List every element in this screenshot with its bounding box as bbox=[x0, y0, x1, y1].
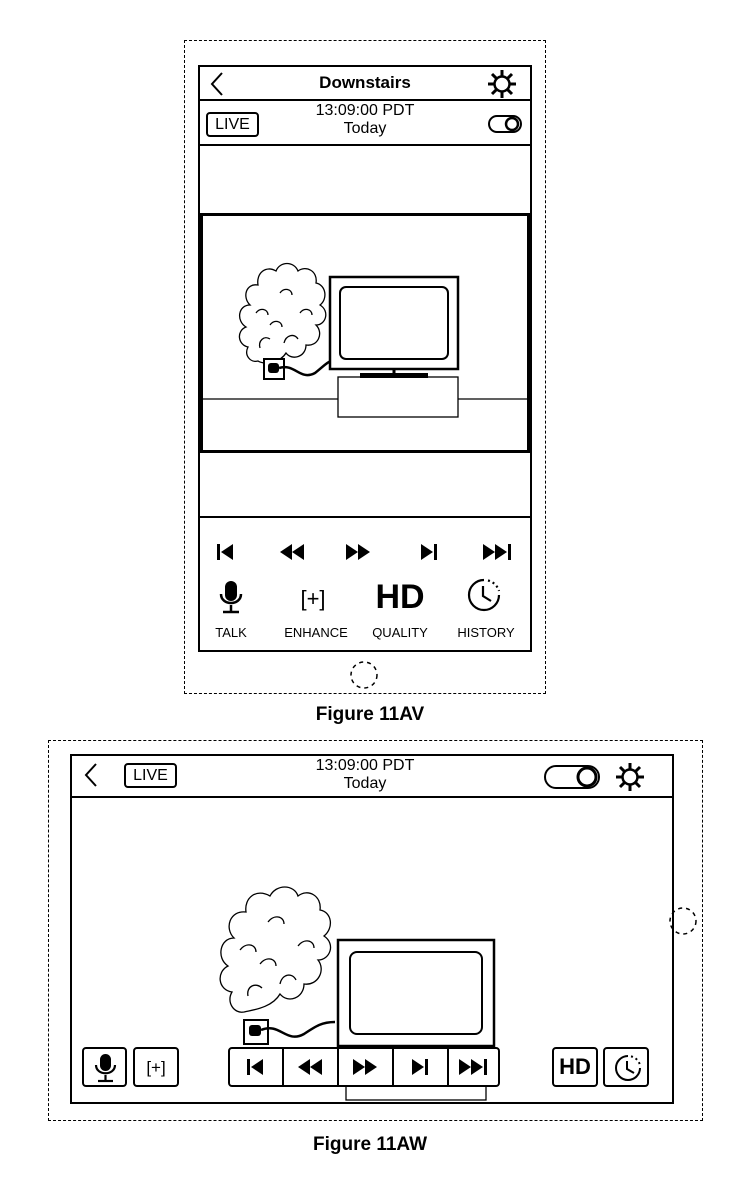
talk-button[interactable] bbox=[82, 1047, 127, 1087]
camera-scene bbox=[200, 213, 530, 453]
transport-divider bbox=[447, 1047, 449, 1087]
timestamp: 13:09:00 PDT bbox=[290, 103, 440, 119]
microphone-icon[interactable] bbox=[219, 580, 243, 616]
toggle-icon[interactable] bbox=[488, 114, 522, 134]
history-label: HISTORY bbox=[448, 626, 524, 639]
enhance-button[interactable]: [+] bbox=[133, 1047, 179, 1087]
skip-next-icon[interactable] bbox=[420, 543, 440, 561]
home-button-icon[interactable] bbox=[349, 660, 379, 690]
rewind-icon[interactable] bbox=[279, 543, 307, 561]
timestamp-day: Today bbox=[290, 121, 440, 137]
quality-button[interactable]: HD bbox=[552, 1047, 598, 1087]
fast-forward-icon[interactable] bbox=[345, 543, 373, 561]
header-divider bbox=[198, 99, 532, 101]
microphone-icon bbox=[94, 1053, 118, 1085]
timestamp: 13:09:00 PDT bbox=[290, 758, 440, 774]
gear-icon[interactable] bbox=[614, 761, 646, 793]
enhance-icon[interactable]: [+] bbox=[283, 588, 343, 610]
skip-next-icon[interactable] bbox=[411, 1058, 431, 1076]
subheader-divider bbox=[198, 144, 532, 146]
toggle-icon[interactable] bbox=[544, 764, 600, 790]
quality-label: QUALITY bbox=[364, 626, 436, 639]
figure-caption: Figure 11AW bbox=[280, 1135, 460, 1154]
live-badge[interactable]: LIVE bbox=[124, 763, 177, 788]
transport-divider bbox=[392, 1047, 394, 1087]
skip-to-end-icon[interactable] bbox=[482, 543, 516, 561]
camera-title: Downstairs bbox=[300, 74, 430, 91]
figure-caption: Figure 11AV bbox=[280, 705, 460, 724]
rewind-icon[interactable] bbox=[297, 1058, 325, 1076]
back-chevron-icon[interactable] bbox=[208, 71, 228, 97]
plant-icon bbox=[220, 887, 330, 1012]
skip-to-start-icon[interactable] bbox=[216, 543, 236, 561]
skip-to-end-icon[interactable] bbox=[458, 1058, 492, 1076]
back-chevron-icon[interactable] bbox=[82, 762, 102, 788]
talk-label: TALK bbox=[201, 626, 261, 639]
history-clock-icon bbox=[613, 1053, 643, 1083]
history-button[interactable] bbox=[603, 1047, 649, 1087]
hd-icon[interactable]: HD bbox=[368, 580, 432, 614]
enhance-icon: [+] bbox=[135, 1059, 177, 1076]
header-divider bbox=[70, 796, 674, 798]
controls-divider bbox=[198, 516, 532, 518]
plant-icon bbox=[239, 264, 325, 363]
hd-icon: HD bbox=[554, 1056, 596, 1078]
live-badge[interactable]: LIVE bbox=[206, 112, 259, 137]
history-clock-icon[interactable] bbox=[466, 577, 502, 613]
home-button-icon[interactable] bbox=[668, 906, 698, 936]
transport-divider bbox=[282, 1047, 284, 1087]
fast-forward-icon[interactable] bbox=[352, 1058, 380, 1076]
transport-divider bbox=[337, 1047, 339, 1087]
timestamp-day: Today bbox=[290, 776, 440, 792]
gear-icon[interactable] bbox=[486, 68, 518, 100]
skip-to-start-icon[interactable] bbox=[246, 1058, 266, 1076]
enhance-label: ENHANCE bbox=[278, 626, 354, 639]
